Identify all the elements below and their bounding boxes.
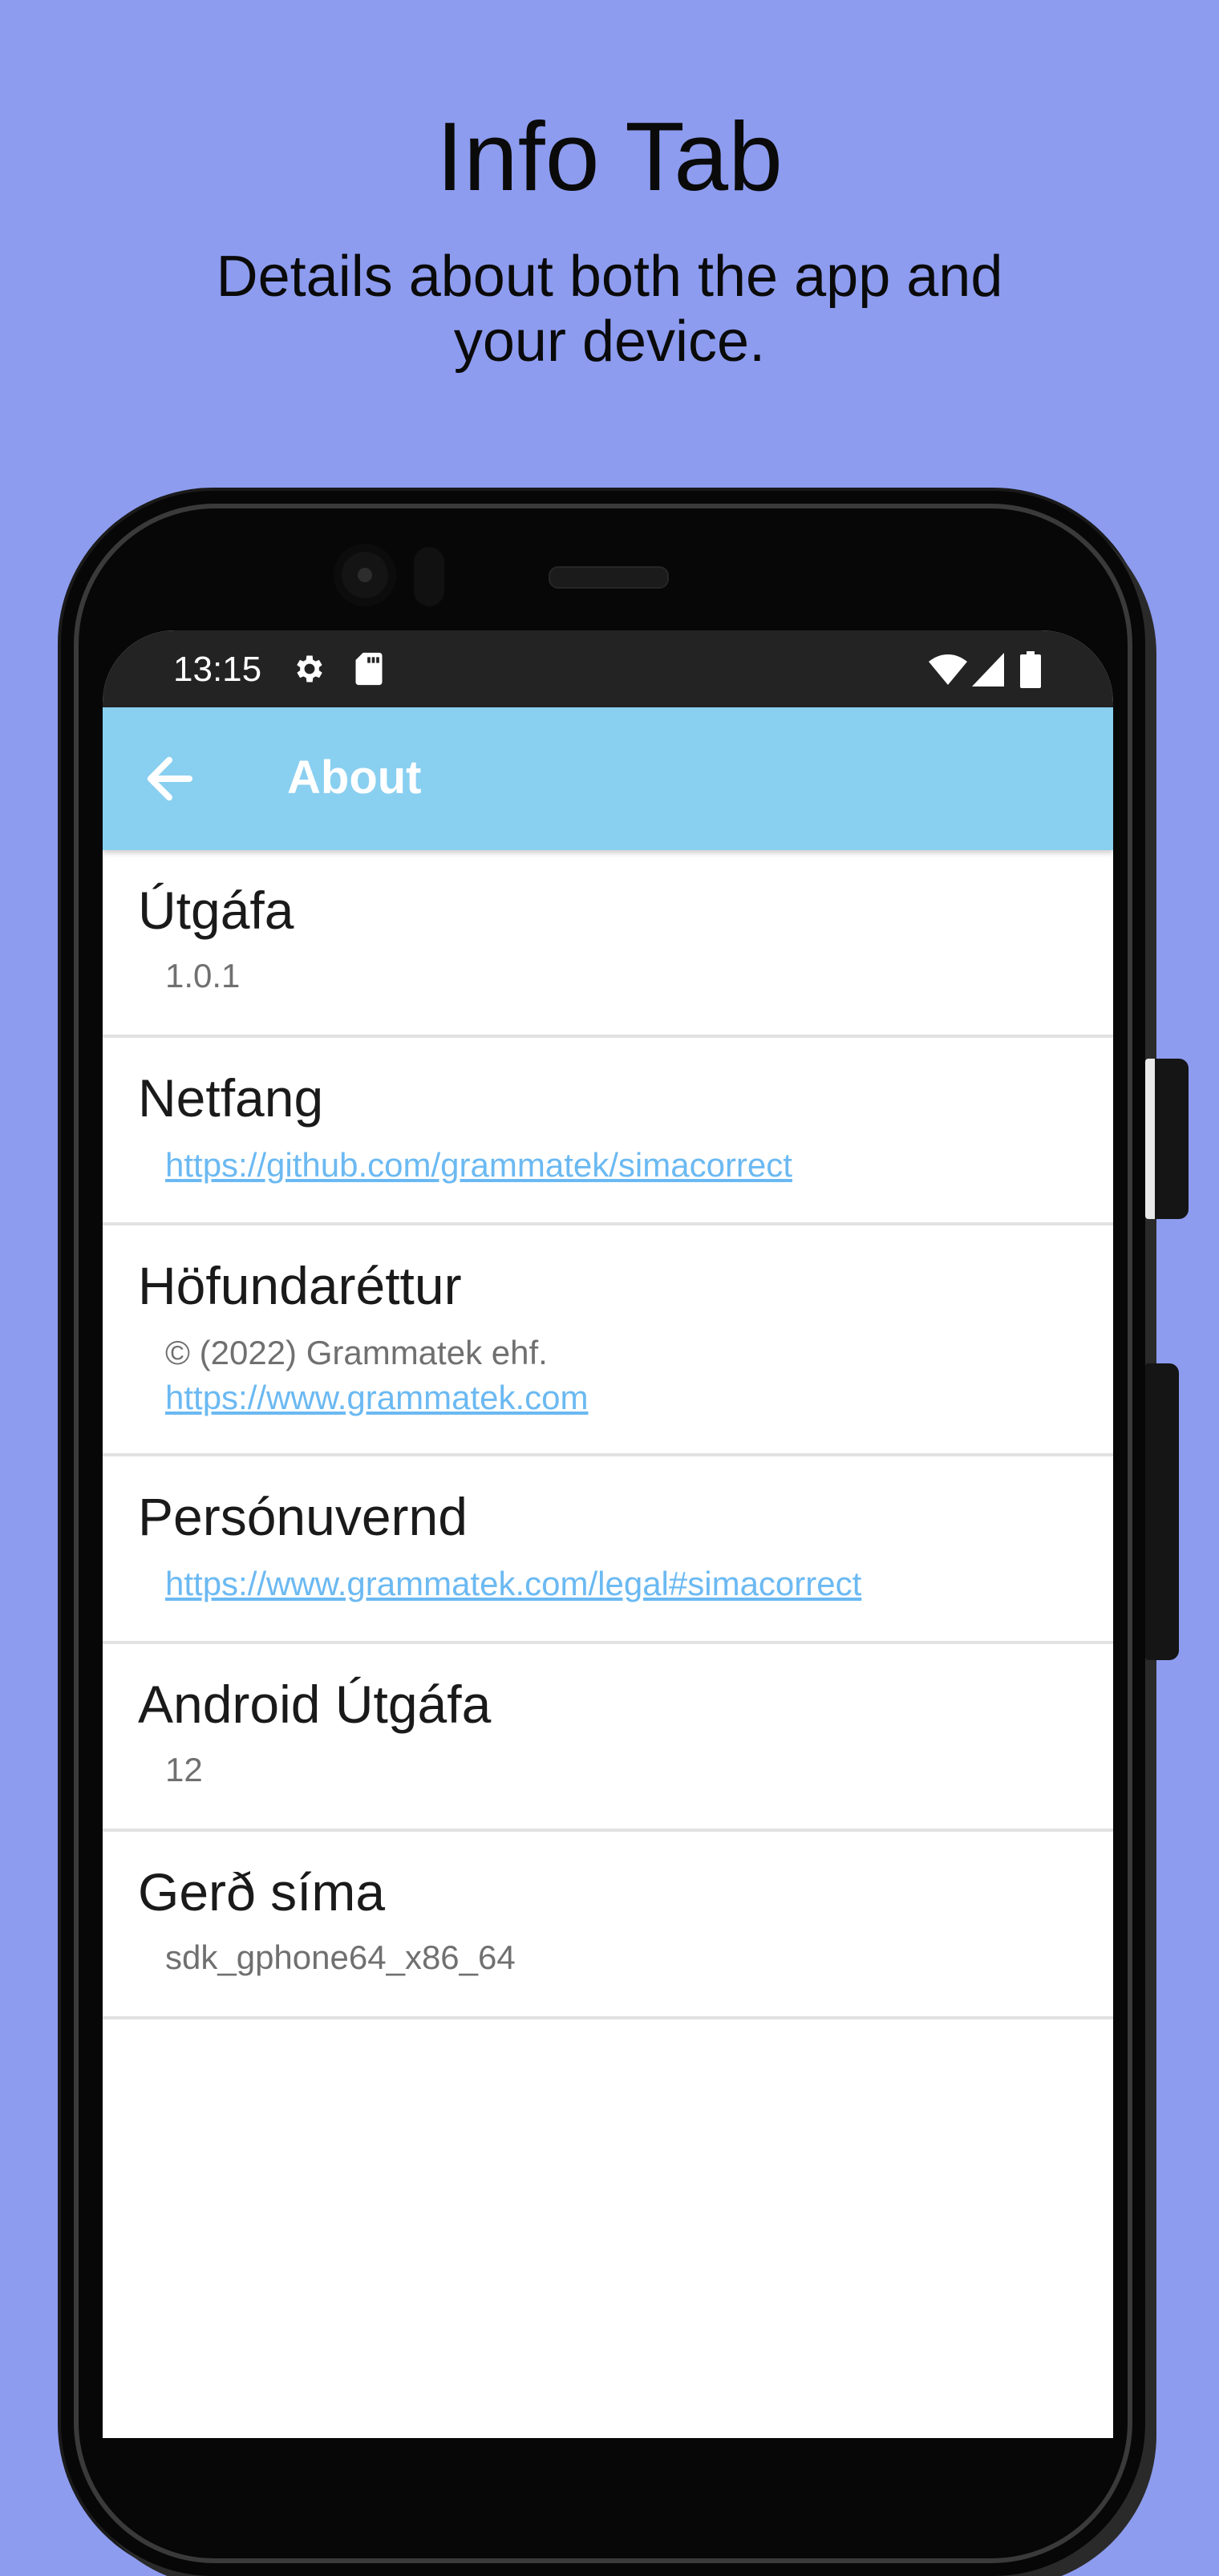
item-value: sdk_gphone64_x86_64 [165, 1938, 516, 1976]
list-item-version: Útgáfa 1.0.1 [103, 850, 1113, 1038]
proximity-sensor [414, 547, 444, 606]
promo-subtitle: Details about both the app and your devi… [216, 245, 1003, 375]
arrow-left-icon[interactable] [135, 744, 204, 813]
website-link[interactable]: https://www.grammatek.com [138, 1370, 1113, 1415]
screen: 13:15 About Útgáfa 1.0.1 Netfang https:/… [103, 630, 1113, 2438]
power-button [1145, 1059, 1189, 1219]
item-title: Persónuvernd [138, 1487, 468, 1546]
list-item-privacy: Persónuvernd https://www.grammatek.com/l… [103, 1456, 1113, 1644]
volume-button [1145, 1363, 1179, 1660]
gear-icon [297, 655, 322, 682]
app-bar: About [103, 707, 1113, 850]
list-item-email: Netfang https://github.com/grammatek/sim… [103, 1038, 1113, 1225]
list-item-device-model: Gerð síma sdk_gphone64_x86_64 [103, 1832, 1113, 2019]
item-value: © (2022) Grammatek ehf. [165, 1334, 548, 1371]
item-title: Höfundaréttur [138, 1256, 462, 1315]
item-title: Gerð síma [138, 1862, 386, 1922]
page-title: About [287, 751, 422, 804]
list-item-android-version: Android Útgáfa 12 [103, 1644, 1113, 1832]
front-camera [334, 544, 396, 606]
status-bar: 13:15 [103, 630, 1113, 707]
item-title: Netfang [138, 1068, 324, 1128]
item-title: Android Útgáfa [138, 1675, 492, 1734]
earpiece-speaker [549, 566, 669, 589]
wifi-icon [929, 654, 967, 685]
cellular-signal-icon [972, 653, 1004, 687]
privacy-link[interactable]: https://www.grammatek.com/legal#simacorr… [138, 1543, 1113, 1601]
sd-card-icon [355, 652, 383, 686]
list-item-copyright: Höfundaréttur © (2022) Grammatek ehf. ht… [103, 1225, 1113, 1456]
about-list: Útgáfa 1.0.1 Netfang https://github.com/… [103, 850, 1113, 2019]
item-value: 1.0.1 [165, 957, 241, 994]
item-value: 12 [165, 1751, 203, 1788]
battery-icon [1020, 651, 1041, 688]
github-link[interactable]: https://github.com/grammatek/simacorrect [138, 1124, 1113, 1182]
promo-title: Info Tab [436, 102, 783, 211]
item-title: Útgáfa [138, 881, 294, 940]
status-time: 13:15 [173, 650, 262, 689]
